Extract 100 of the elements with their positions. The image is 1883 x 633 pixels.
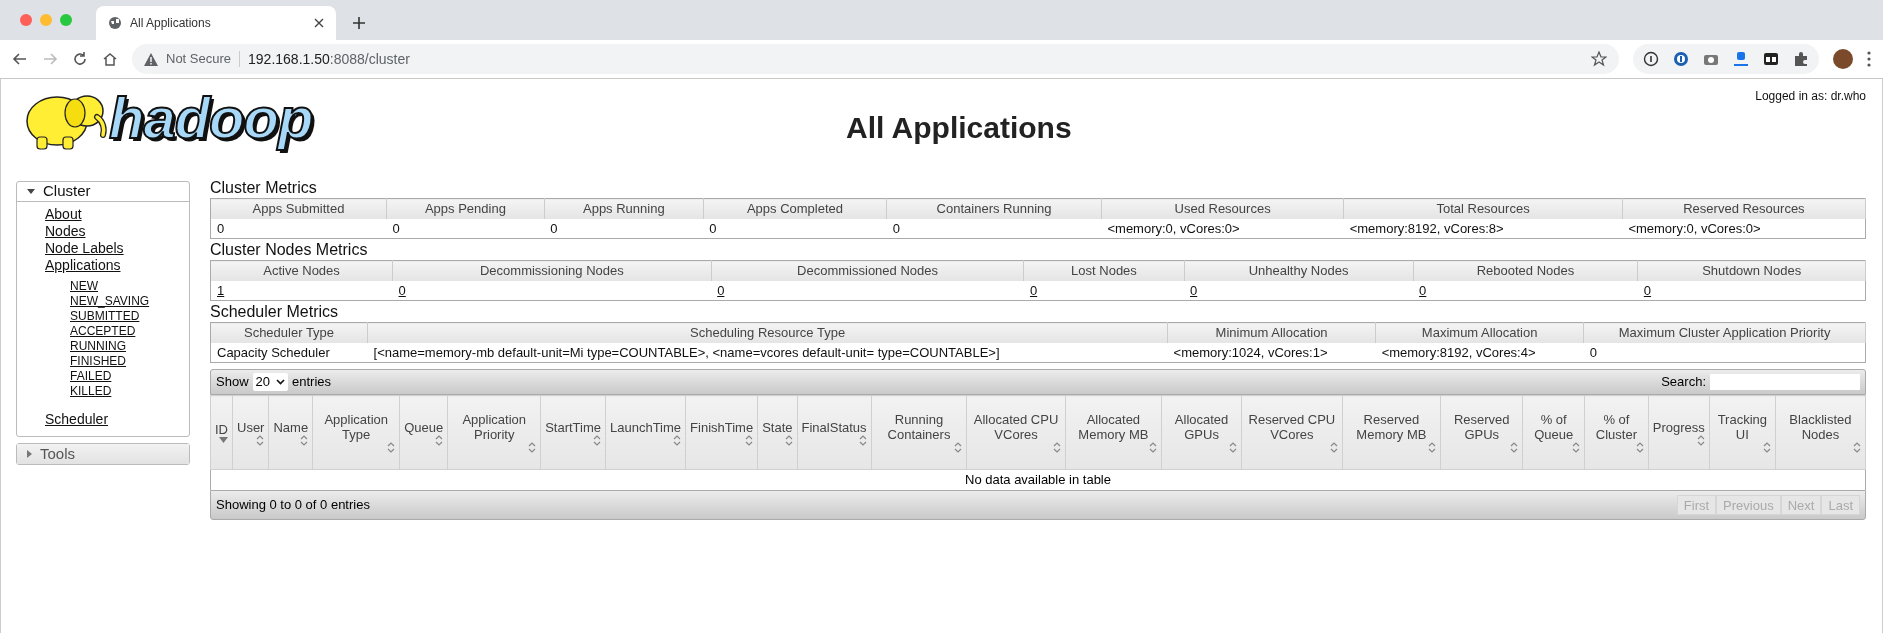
column-header[interactable]: Name xyxy=(268,395,313,470)
download-icon[interactable] xyxy=(1733,51,1749,67)
column-header[interactable]: Queue xyxy=(399,395,448,470)
column-header: Scheduling Resource Type xyxy=(367,322,1168,343)
sort-icon xyxy=(858,434,867,446)
sort-icon xyxy=(1510,442,1519,453)
sort-icon xyxy=(256,434,265,446)
show-label: Show xyxy=(216,373,249,392)
sort-icon xyxy=(1635,442,1644,453)
table-cell[interactable]: 0 xyxy=(1023,280,1184,301)
sort-icon xyxy=(435,434,444,446)
sidebar-link[interactable]: Node Labels xyxy=(45,240,124,257)
sort-icon xyxy=(745,434,754,446)
sidebar-link[interactable]: SUBMITTED xyxy=(70,309,140,324)
column-header[interactable]: Allocated CPU VCores xyxy=(966,395,1066,470)
close-tab-icon[interactable] xyxy=(314,18,324,28)
search-field[interactable] xyxy=(1710,374,1860,390)
new-tab-icon[interactable] xyxy=(352,16,366,30)
puzzle-icon[interactable] xyxy=(1793,51,1809,67)
column-header[interactable]: Allocated GPUs xyxy=(1161,395,1242,470)
home-icon[interactable] xyxy=(102,51,118,67)
table-cell[interactable]: 0 xyxy=(392,280,712,301)
sidebar-link[interactable]: NEW xyxy=(70,279,98,294)
table-cell: <memory:0, vCores:0> xyxy=(1622,218,1866,239)
grid-icon[interactable] xyxy=(1763,51,1779,67)
section-heading: Scheduler Metrics xyxy=(210,302,340,322)
column-header: Total Resources xyxy=(1343,198,1623,219)
column-header[interactable]: % of Cluster xyxy=(1584,395,1649,470)
sort-icon xyxy=(1149,442,1158,453)
table-cell[interactable]: 0 xyxy=(1637,280,1866,301)
table-cell: 0 xyxy=(886,218,1102,239)
column-header[interactable]: Reserved GPUs xyxy=(1440,395,1523,470)
menu-icon[interactable] xyxy=(1867,51,1871,67)
sort-icon xyxy=(673,434,682,446)
column-header[interactable]: Application Type xyxy=(312,395,400,470)
collapsed-icon xyxy=(27,450,32,458)
column-header[interactable]: Blacklisted Nodes xyxy=(1775,395,1866,470)
browser-tab[interactable]: All Applications xyxy=(96,6,336,40)
column-header[interactable]: Tracking UI xyxy=(1709,395,1776,470)
table-cell: <memory:8192, vCores:4> xyxy=(1375,342,1584,363)
table-cell: 0 xyxy=(1583,342,1866,363)
column-header[interactable]: Allocated Memory MB xyxy=(1065,395,1162,470)
sort-icon xyxy=(1329,442,1338,453)
sidebar-link[interactable]: Scheduler xyxy=(45,411,109,428)
sidebar-link[interactable]: NEW_SAVING xyxy=(70,294,150,309)
back-icon[interactable] xyxy=(12,51,28,67)
sidebar-link[interactable]: Applications xyxy=(45,257,121,274)
section-toggle[interactable]: Cluster xyxy=(17,182,189,202)
sidebar-link[interactable]: FAILED xyxy=(70,369,112,384)
expanded-icon xyxy=(27,189,35,194)
table-cell[interactable]: 0 xyxy=(1184,280,1414,301)
column-header[interactable]: Application Priority xyxy=(447,395,541,470)
column-header: Lost Nodes xyxy=(1023,260,1184,281)
column-header: Used Resources xyxy=(1101,198,1344,219)
reload-icon[interactable] xyxy=(72,51,88,67)
avatar[interactable] xyxy=(1833,49,1853,69)
sort-icon xyxy=(784,434,793,446)
column-header: Maximum Cluster Application Priority xyxy=(1583,322,1866,343)
table-cell[interactable]: 0 xyxy=(711,280,1024,301)
tab-title: All Applications xyxy=(130,15,212,32)
section-toggle[interactable]: Tools xyxy=(17,444,189,464)
address-bar[interactable]: Not Secure 192.168.1.50:8088/cluster xyxy=(132,44,1619,74)
column-header[interactable]: FinalStatus xyxy=(797,395,872,470)
empty-message: No data available in table xyxy=(965,472,1111,487)
column-header[interactable]: FinishTime xyxy=(685,395,758,470)
column-header[interactable]: ID xyxy=(210,395,233,470)
table-cell: <memory:8192, vCores:8> xyxy=(1343,218,1623,239)
column-header[interactable]: Progress xyxy=(1648,395,1710,470)
warning-icon xyxy=(144,52,158,66)
sidebar-link[interactable]: FINISHED xyxy=(70,354,126,369)
column-header: Decommissioning Nodes xyxy=(392,260,712,281)
column-header[interactable]: Reserved Memory MB xyxy=(1342,395,1441,470)
section-heading: Cluster Nodes Metrics xyxy=(210,240,369,260)
column-header[interactable]: LaunchTime xyxy=(605,395,686,470)
column-header[interactable]: StartTime xyxy=(540,395,606,470)
info-icon[interactable] xyxy=(1643,51,1659,67)
column-header[interactable]: State xyxy=(757,395,798,470)
entries-label: entries xyxy=(292,373,332,392)
sort-icon xyxy=(1853,442,1861,453)
sort-icon xyxy=(300,434,309,446)
sidebar-link[interactable]: RUNNING xyxy=(70,339,126,354)
sidebar-link[interactable]: KILLED xyxy=(70,384,112,399)
column-header[interactable]: % of Queue xyxy=(1522,395,1585,470)
column-header[interactable]: User xyxy=(232,395,269,470)
table-cell: 0 xyxy=(210,218,387,239)
table-cell[interactable]: 0 xyxy=(1413,280,1638,301)
column-header: Apps Submitted xyxy=(210,198,387,219)
sidebar-link[interactable]: ACCEPTED xyxy=(70,324,136,339)
security-label: Not Secure xyxy=(166,50,232,69)
column-header[interactable]: Reserved CPU VCores xyxy=(1241,395,1343,470)
sidebar-link[interactable]: Nodes xyxy=(45,223,86,240)
column-header[interactable]: Running Containers xyxy=(871,395,967,470)
chevron-down-icon xyxy=(276,379,285,385)
column-header: Rebooted Nodes xyxy=(1413,260,1638,281)
sidebar-link[interactable]: About xyxy=(45,206,82,223)
table-cell[interactable]: 1 xyxy=(210,280,393,301)
page-size-select[interactable]: 20 xyxy=(252,373,288,391)
sort-icon xyxy=(1696,434,1705,446)
star-icon[interactable] xyxy=(1591,51,1607,67)
column-header: Unhealthy Nodes xyxy=(1184,260,1414,281)
